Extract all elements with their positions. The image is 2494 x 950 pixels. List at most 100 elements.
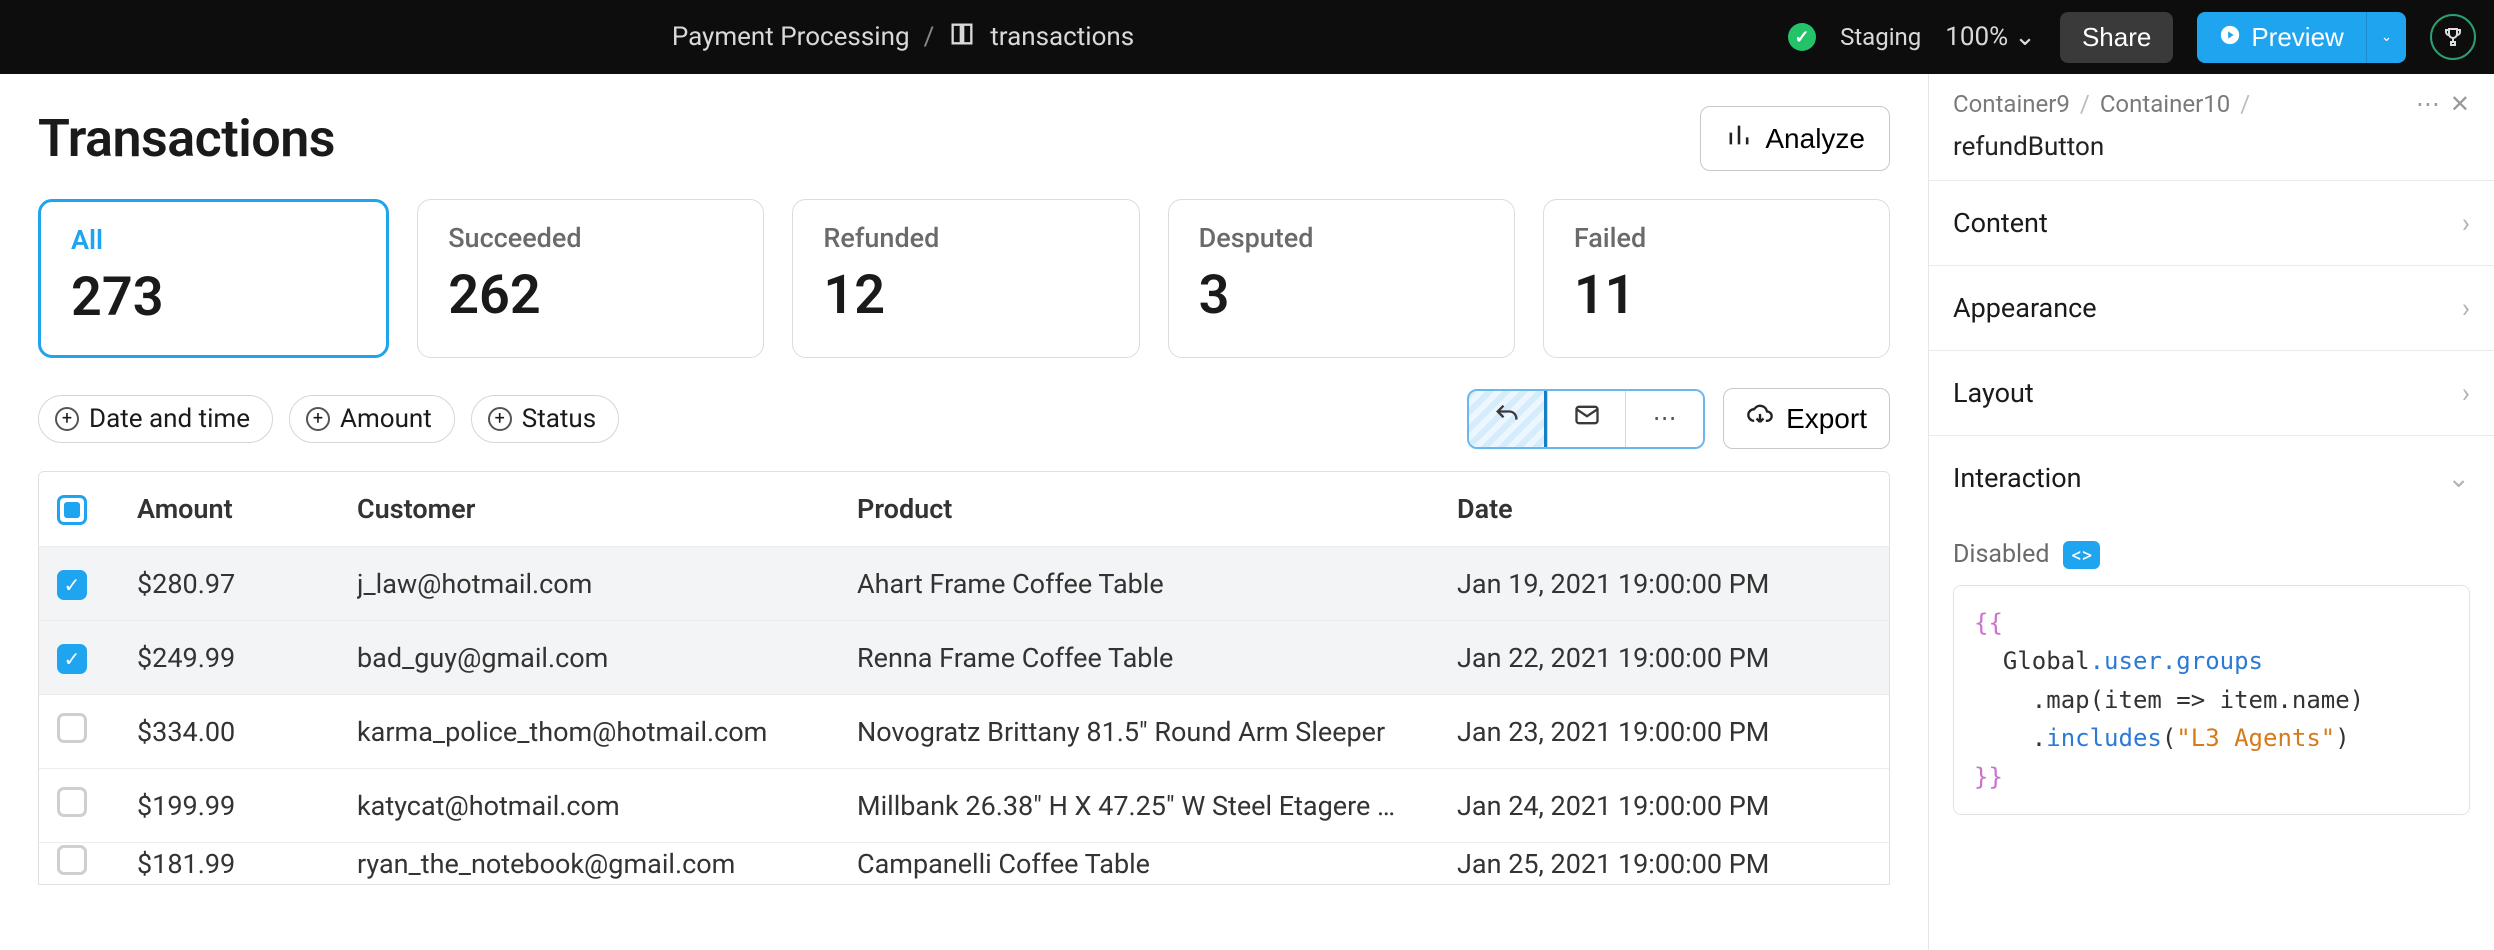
section-appearance[interactable]: Appearance › [1929,266,2494,351]
breadcrumb-separator: / [2080,90,2090,118]
filter-date-chip[interactable]: + Date and time [38,395,273,443]
env-label[interactable]: Staging [1840,23,1921,51]
filter-amount-chip[interactable]: + Amount [289,395,455,443]
topbar-right: ✓ Staging 100% ⌄ Share Preview ⌄ [1788,12,2476,63]
cell-product: Campanelli Coffee Table [857,848,1457,880]
code-token: {{ [1974,609,2003,637]
stat-label: All [71,224,356,256]
inspector-panel: Container9 / Container10 / ⋯ ✕ refundBut… [1928,74,2494,950]
table-header: Amount Customer Product Date [39,472,1889,546]
stat-card-succeeded[interactable]: Succeeded 262 [417,199,764,358]
cell-date: Jan 23, 2021 19:00:00 PM [1457,716,1871,748]
code-token: "L3 Agents" [2176,724,2335,752]
chevron-right-icon: › [2462,292,2470,324]
export-label: Export [1786,403,1867,435]
code-token: . [1974,724,2046,752]
stat-value: 273 [71,266,356,329]
chip-label: Date and time [89,404,250,434]
trophy-icon[interactable] [2430,14,2476,60]
section-layout[interactable]: Layout › [1929,351,2494,436]
fx-badge[interactable]: <> [2063,541,2100,569]
chevron-right-icon: › [2462,207,2470,239]
bar-chart-icon [1725,121,1753,156]
status-ok-icon: ✓ [1788,23,1816,51]
cell-date: Jan 19, 2021 19:00:00 PM [1457,568,1871,600]
prop-label: Disabled [1953,540,2049,569]
code-editor[interactable]: {{ Global.user.groups .map(item => item.… [1953,585,2470,815]
stat-card-failed[interactable]: Failed 11 [1543,199,1890,358]
table-row[interactable]: $199.99 katycat@hotmail.com Millbank 26.… [39,768,1889,842]
breadcrumb-app[interactable]: Payment Processing [672,22,910,52]
section-label: Interaction [1953,462,2082,494]
cell-customer: ryan_the_notebook@gmail.com [357,848,857,880]
section-label: Layout [1953,377,2034,409]
breadcrumb-separator: / [2240,90,2250,118]
col-product[interactable]: Product [857,493,1457,525]
breadcrumb-page[interactable]: transactions [990,22,1134,52]
inspector-crumb[interactable]: Container9 [1953,90,2070,118]
stat-label: Failed [1574,222,1859,254]
row-checkbox[interactable]: ✓ [57,570,87,600]
filter-status-chip[interactable]: + Status [471,395,619,443]
stat-card-desputed[interactable]: Desputed 3 [1168,199,1515,358]
breadcrumb-separator: / [924,22,935,52]
chevron-down-icon: ⌄ [2381,29,2392,44]
chevron-down-icon: ⌄ [2014,22,2036,52]
stat-value: 12 [823,264,1108,327]
inspector-body: Disabled <> {{ Global.user.groups .map(i… [1929,520,2494,835]
cell-product: Novogratz Brittany 81.5" Round Arm Sleep… [857,716,1457,748]
select-all-checkbox[interactable] [57,495,87,525]
section-content[interactable]: Content › [1929,181,2494,266]
stat-card-all[interactable]: All 273 [38,199,389,358]
row-checkbox[interactable]: ✓ [57,644,87,674]
analyze-button[interactable]: Analyze [1700,106,1890,171]
chip-label: Status [522,404,596,434]
chevron-down-icon: ⌄ [2447,462,2470,494]
inspector-breadcrumb: Container9 / Container10 / ⋯ ✕ [1929,74,2494,128]
cell-customer: karma_police_thom@hotmail.com [357,716,857,748]
refund-button[interactable] [1469,391,1547,447]
col-amount[interactable]: Amount [137,493,357,525]
export-button[interactable]: Export [1723,388,1890,449]
email-button[interactable] [1547,391,1625,447]
stat-label: Refunded [823,222,1108,254]
zoom-control[interactable]: 100% ⌄ [1945,22,2036,52]
stat-card-refunded[interactable]: Refunded 12 [792,199,1139,358]
code-token: .user.groups [2090,647,2263,675]
row-checkbox[interactable] [57,787,87,817]
row-checkbox[interactable] [57,713,87,743]
col-date[interactable]: Date [1457,493,1871,525]
table-row[interactable]: $334.00 karma_police_thom@hotmail.com No… [39,694,1889,768]
share-button[interactable]: Share [2060,12,2173,63]
inspector-crumb[interactable]: Container10 [2100,90,2230,118]
close-icon[interactable]: ✕ [2450,90,2470,118]
table-row[interactable]: ✓ $280.97 j_law@hotmail.com Ahart Frame … [39,546,1889,620]
prop-disabled: Disabled <> [1953,540,2470,569]
mail-icon [1573,401,1601,436]
cell-customer: katycat@hotmail.com [357,790,857,822]
more-button[interactable]: ⋯ [1625,391,1703,447]
row-checkbox[interactable] [57,845,87,875]
cell-amount: $181.99 [137,848,357,880]
canvas: Transactions Analyze All 273 Succeeded 2… [0,74,1928,950]
section-interaction[interactable]: Interaction ⌄ [1929,436,2494,520]
preview-label: Preview [2251,22,2343,53]
table-row[interactable]: ✓ $249.99 bad_guy@gmail.com Renna Frame … [39,620,1889,694]
stat-label: Desputed [1199,222,1484,254]
code-token: ) [2335,724,2349,752]
plus-icon: + [55,407,79,431]
action-group: refundButton ⋯ [1467,388,1890,449]
preview-dropdown[interactable]: ⌄ [2366,12,2406,63]
inspector-selected-name[interactable]: refundButton [1929,128,2494,181]
preview-button[interactable]: Preview [2197,12,2365,63]
transactions-table: Amount Customer Product Date ✓ $280.97 j… [38,471,1890,885]
cell-amount: $199.99 [137,790,357,822]
plus-icon: + [488,407,512,431]
cell-product: Ahart Frame Coffee Table [857,568,1457,600]
stat-value: 3 [1199,264,1484,327]
col-customer[interactable]: Customer [357,493,857,525]
stat-value: 262 [448,264,733,327]
table-row[interactable]: $181.99 ryan_the_notebook@gmail.com Camp… [39,842,1889,884]
main: Transactions Analyze All 273 Succeeded 2… [0,74,2494,950]
dots-icon[interactable]: ⋯ [2416,90,2440,118]
